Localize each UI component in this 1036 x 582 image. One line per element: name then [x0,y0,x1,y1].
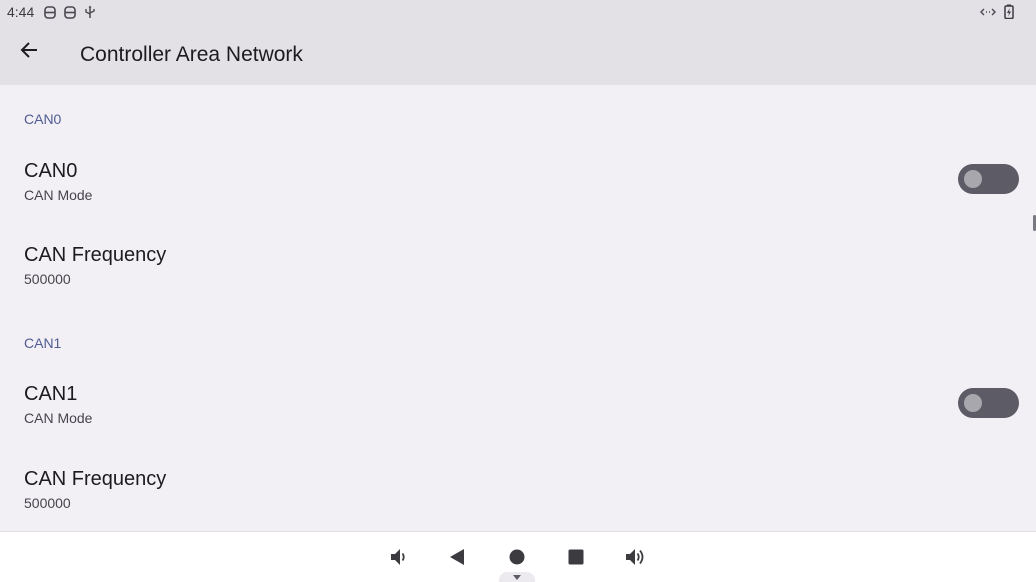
usb-icon [83,5,97,19]
nav-drawer-handle[interactable] [499,572,535,582]
preference-title: CAN0 [24,160,78,182]
preference-list[interactable]: CAN0 CAN0 CAN Mode CAN Frequency 500000 … [0,85,1036,531]
preference-summary: 500000 [24,495,71,511]
preference-title: CAN1 [24,383,78,405]
storage-icon [43,5,57,19]
preference-summary: CAN Mode [24,410,93,426]
app-bar: Controller Area Network [0,24,1036,85]
data-transfer-icon [980,5,996,21]
status-right-icons [980,4,1014,22]
caret-down-icon [513,575,521,580]
switch-thumb [964,394,982,412]
volume-up-button[interactable] [623,545,647,569]
preference-title: CAN Frequency [24,468,167,490]
section-header-can0: CAN0 [24,111,62,127]
nav-home-button[interactable] [505,545,529,569]
volume-up-icon [626,549,644,565]
page-title: Controller Area Network [80,43,303,66]
home-circle-icon [509,549,525,565]
nav-recents-button[interactable] [564,545,588,569]
preference-title: CAN Frequency [24,244,167,266]
can0-mode-switch[interactable] [958,164,1019,194]
status-bar: 4:44 [0,0,1036,24]
switch-thumb [964,170,982,188]
battery-icon [1004,4,1014,22]
volume-down-button[interactable] [386,545,410,569]
recents-square-icon [568,549,584,565]
can0-frequency-preference[interactable]: CAN Frequency 500000 [0,244,1036,316]
navigation-bar [0,531,1036,582]
arrow-back-icon [20,42,37,58]
preference-summary: CAN Mode [24,187,93,203]
can1-mode-switch[interactable] [958,388,1019,418]
nav-back-button[interactable] [445,545,469,569]
back-triangle-icon [450,549,464,565]
can1-frequency-preference[interactable]: CAN Frequency 500000 [0,468,1036,540]
preference-summary: 500000 [24,271,71,287]
status-time: 4:44 [7,4,35,20]
can1-mode-preference[interactable]: CAN1 CAN Mode [0,383,1036,455]
back-button[interactable] [14,35,44,65]
can0-mode-preference[interactable]: CAN0 CAN Mode [0,160,1036,232]
storage-icon [63,5,77,19]
section-header-can1: CAN1 [24,335,62,351]
volume-down-icon [391,549,405,565]
top-app-area: 4:44 Controller Area Network [0,0,1036,85]
